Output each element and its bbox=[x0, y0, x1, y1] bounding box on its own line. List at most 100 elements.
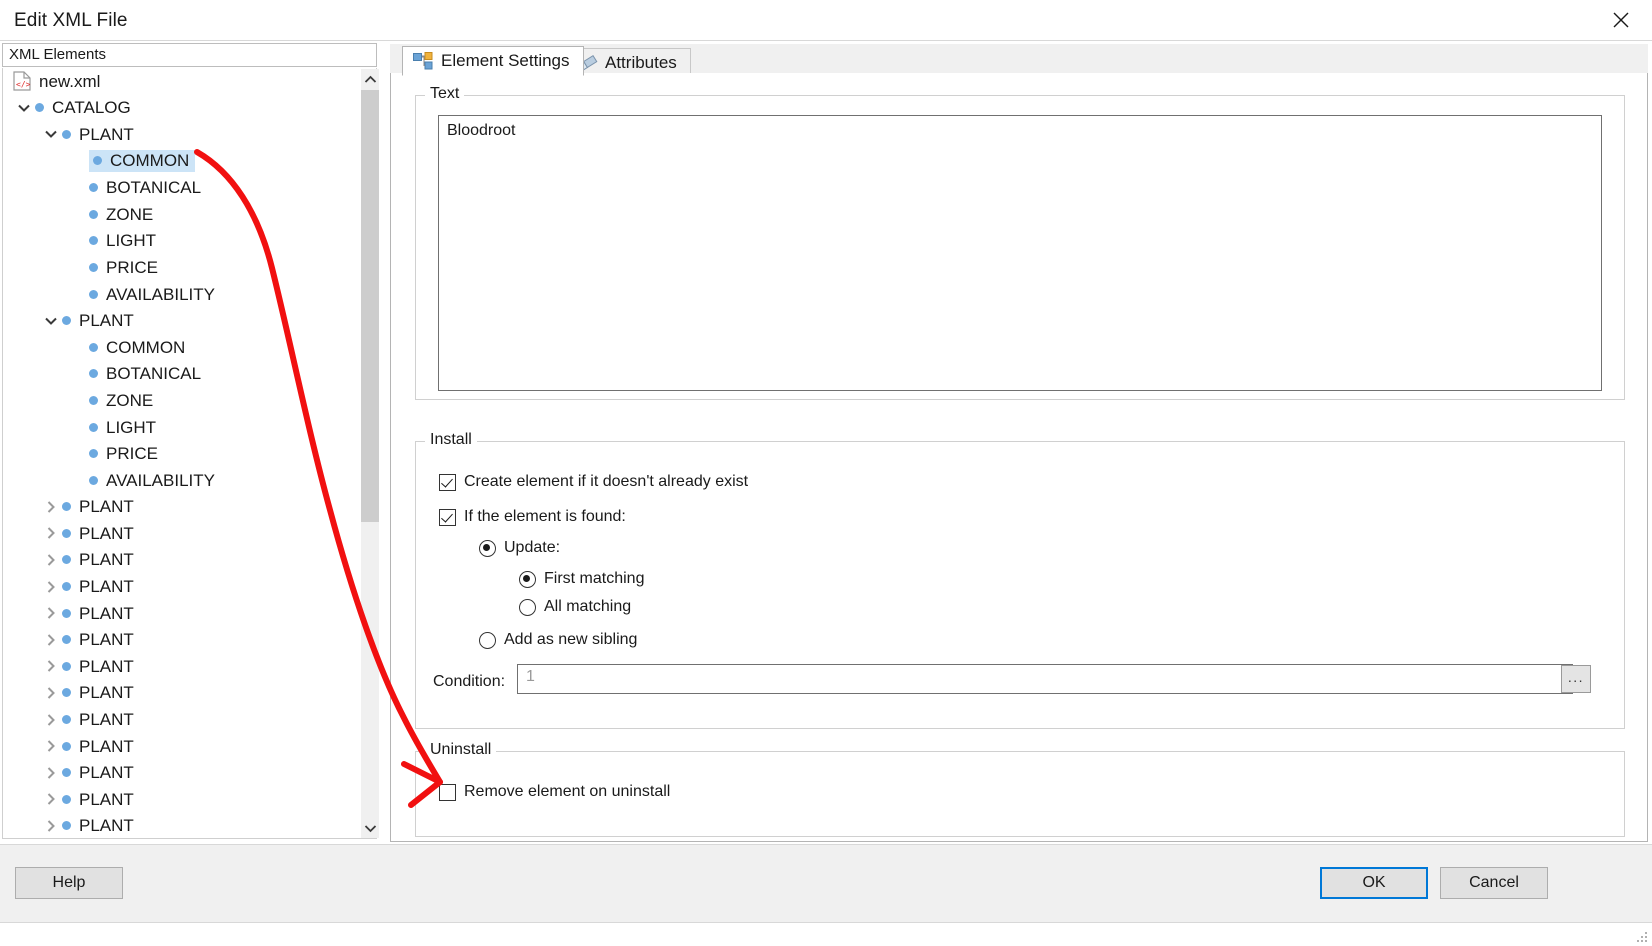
scroll-up-button[interactable] bbox=[361, 69, 379, 89]
element-dot-icon bbox=[89, 422, 98, 432]
chevron-right-icon[interactable] bbox=[40, 815, 62, 837]
tree-item-zone[interactable]: ZONE bbox=[3, 387, 358, 414]
element-dot-icon bbox=[62, 129, 71, 139]
close-button[interactable] bbox=[1590, 0, 1652, 40]
tree-item-plant[interactable]: PLANT bbox=[3, 573, 358, 600]
chevron-right-icon[interactable] bbox=[40, 576, 62, 598]
element-text-value: Bloodroot bbox=[447, 122, 516, 139]
chevron-right-icon[interactable] bbox=[40, 682, 62, 704]
tree-item-botanical[interactable]: BOTANICAL bbox=[3, 361, 358, 388]
tree-item-label: LIGHT bbox=[106, 231, 157, 251]
tree-item-plant[interactable]: PLANT bbox=[3, 520, 358, 547]
tree-item-label: PRICE bbox=[106, 444, 158, 464]
tree-item-plant[interactable]: PLANT bbox=[3, 813, 358, 838]
all-matching-radio-row[interactable]: All matching bbox=[519, 598, 631, 616]
chevron-right-icon[interactable] bbox=[40, 549, 62, 571]
create-element-checkbox-row[interactable]: Create element if it doesn't already exi… bbox=[439, 473, 748, 491]
if-element-found-checkbox[interactable] bbox=[439, 508, 456, 526]
tree-item-plant[interactable]: PLANT bbox=[3, 759, 358, 786]
update-radio-row[interactable]: Update: bbox=[479, 539, 560, 557]
tree-item-botanical[interactable]: BOTANICAL bbox=[3, 174, 358, 201]
scroll-down-button[interactable] bbox=[361, 818, 379, 838]
tree-item-zone[interactable]: ZONE bbox=[3, 201, 358, 228]
chevron-right-icon[interactable] bbox=[40, 655, 62, 677]
tree-item-plant[interactable]: PLANT bbox=[3, 547, 358, 574]
tree-item-label: PLANT bbox=[79, 497, 134, 517]
tree-item-catalog[interactable]: CATALOG bbox=[3, 95, 358, 122]
cancel-button[interactable]: Cancel bbox=[1440, 867, 1548, 899]
add-as-new-sibling-radio-row[interactable]: Add as new sibling bbox=[479, 631, 637, 649]
first-matching-radio-row[interactable]: First matching bbox=[519, 570, 644, 588]
element-dot-icon bbox=[62, 316, 71, 326]
tree-item-plant[interactable]: PLANT bbox=[3, 680, 358, 707]
scroll-thumb[interactable] bbox=[361, 90, 379, 522]
tree-item-common[interactable]: COMMON bbox=[3, 148, 358, 175]
element-text-input[interactable]: Bloodroot bbox=[438, 115, 1602, 391]
add-as-new-sibling-radio[interactable] bbox=[479, 631, 496, 649]
first-matching-radio[interactable] bbox=[519, 570, 536, 588]
resize-grip-icon[interactable] bbox=[1635, 930, 1649, 944]
tree-item-light[interactable]: LIGHT bbox=[3, 414, 358, 441]
tree-item-availability[interactable]: AVAILABILITY bbox=[3, 467, 358, 494]
chevron-right-icon[interactable] bbox=[40, 762, 62, 784]
all-matching-radio[interactable] bbox=[519, 598, 536, 616]
element-dot-icon bbox=[62, 555, 71, 565]
xml-elements-header: XML Elements bbox=[2, 43, 377, 67]
close-icon bbox=[1613, 12, 1629, 28]
if-element-found-checkbox-row[interactable]: If the element is found: bbox=[439, 508, 626, 526]
tree-item-plant[interactable]: PLANT bbox=[3, 494, 358, 521]
uninstall-group-legend: Uninstall bbox=[425, 741, 497, 759]
tree-item-plant[interactable]: PLANT bbox=[3, 786, 358, 813]
element-dot-icon bbox=[89, 183, 98, 193]
chevron-down-icon[interactable] bbox=[13, 97, 35, 119]
chevron-down-icon[interactable] bbox=[40, 123, 62, 145]
tree-item-plant[interactable]: PLANT bbox=[3, 307, 358, 334]
create-element-checkbox[interactable] bbox=[439, 473, 456, 491]
tree-item-label: ZONE bbox=[106, 390, 154, 410]
tree-item-price[interactable]: PRICE bbox=[3, 440, 358, 467]
tree-item-plant[interactable]: PLANT bbox=[3, 733, 358, 760]
help-button[interactable]: Help bbox=[15, 867, 123, 899]
element-dot-icon bbox=[89, 236, 98, 246]
chevron-right-icon[interactable] bbox=[40, 629, 62, 651]
tree-item-plant[interactable]: PLANT bbox=[3, 600, 358, 627]
tree-toggle-spacer bbox=[67, 416, 89, 438]
chevron-right-icon[interactable] bbox=[40, 496, 62, 518]
tree-item-label: PLANT bbox=[79, 683, 134, 703]
tree-item-label: BOTANICAL bbox=[106, 364, 202, 384]
tree-item-label: CATALOG bbox=[52, 98, 131, 118]
remove-on-uninstall-checkbox-row[interactable]: Remove element on uninstall bbox=[439, 783, 670, 801]
tree-item-availability[interactable]: AVAILABILITY bbox=[3, 281, 358, 308]
tree-item-label: PLANT bbox=[79, 577, 134, 597]
tree-item-plant[interactable]: PLANT bbox=[3, 653, 358, 680]
tree-root-item[interactable]: </> new.xml bbox=[3, 68, 358, 95]
tree-item-label: PLANT bbox=[79, 603, 134, 623]
edit-xml-file-dialog: Edit XML File XML Elements </> new.xml CAT… bbox=[0, 0, 1652, 946]
ok-button[interactable]: OK bbox=[1320, 867, 1428, 899]
tree-item-plant[interactable]: PLANT bbox=[3, 706, 358, 733]
tree-item-label: PLANT bbox=[79, 816, 134, 836]
tab-element-settings[interactable]: Element Settings bbox=[402, 46, 584, 76]
chevron-right-icon[interactable] bbox=[40, 788, 62, 810]
tab-attributes[interactable]: Attributes bbox=[566, 48, 691, 76]
tree-item-plant[interactable]: PLANT bbox=[3, 626, 358, 653]
tree-vertical-scrollbar[interactable] bbox=[361, 69, 379, 838]
update-label: Update: bbox=[504, 539, 561, 556]
remove-on-uninstall-checkbox[interactable] bbox=[439, 783, 456, 801]
tree-item-common[interactable]: COMMON bbox=[3, 334, 358, 361]
chevron-down-icon[interactable] bbox=[40, 310, 62, 332]
condition-browse-button[interactable]: ... bbox=[1561, 665, 1591, 693]
tree-item-price[interactable]: PRICE bbox=[3, 254, 358, 281]
chevron-right-icon[interactable] bbox=[40, 602, 62, 624]
condition-input[interactable]: 1 bbox=[517, 664, 1573, 694]
chevron-right-icon[interactable] bbox=[40, 522, 62, 544]
tree-item-light[interactable]: LIGHT bbox=[3, 228, 358, 255]
element-dot-icon bbox=[89, 209, 98, 219]
chevron-right-icon[interactable] bbox=[40, 735, 62, 757]
update-radio[interactable] bbox=[479, 539, 496, 557]
element-dot-icon bbox=[93, 156, 102, 166]
tree-item-plant[interactable]: PLANT bbox=[3, 121, 358, 148]
xml-elements-tree[interactable]: </> new.xml CATALOG PLANT COMMON BOTANICAL ZON… bbox=[2, 68, 377, 839]
chevron-right-icon[interactable] bbox=[40, 709, 62, 731]
element-dot-icon bbox=[89, 475, 98, 485]
